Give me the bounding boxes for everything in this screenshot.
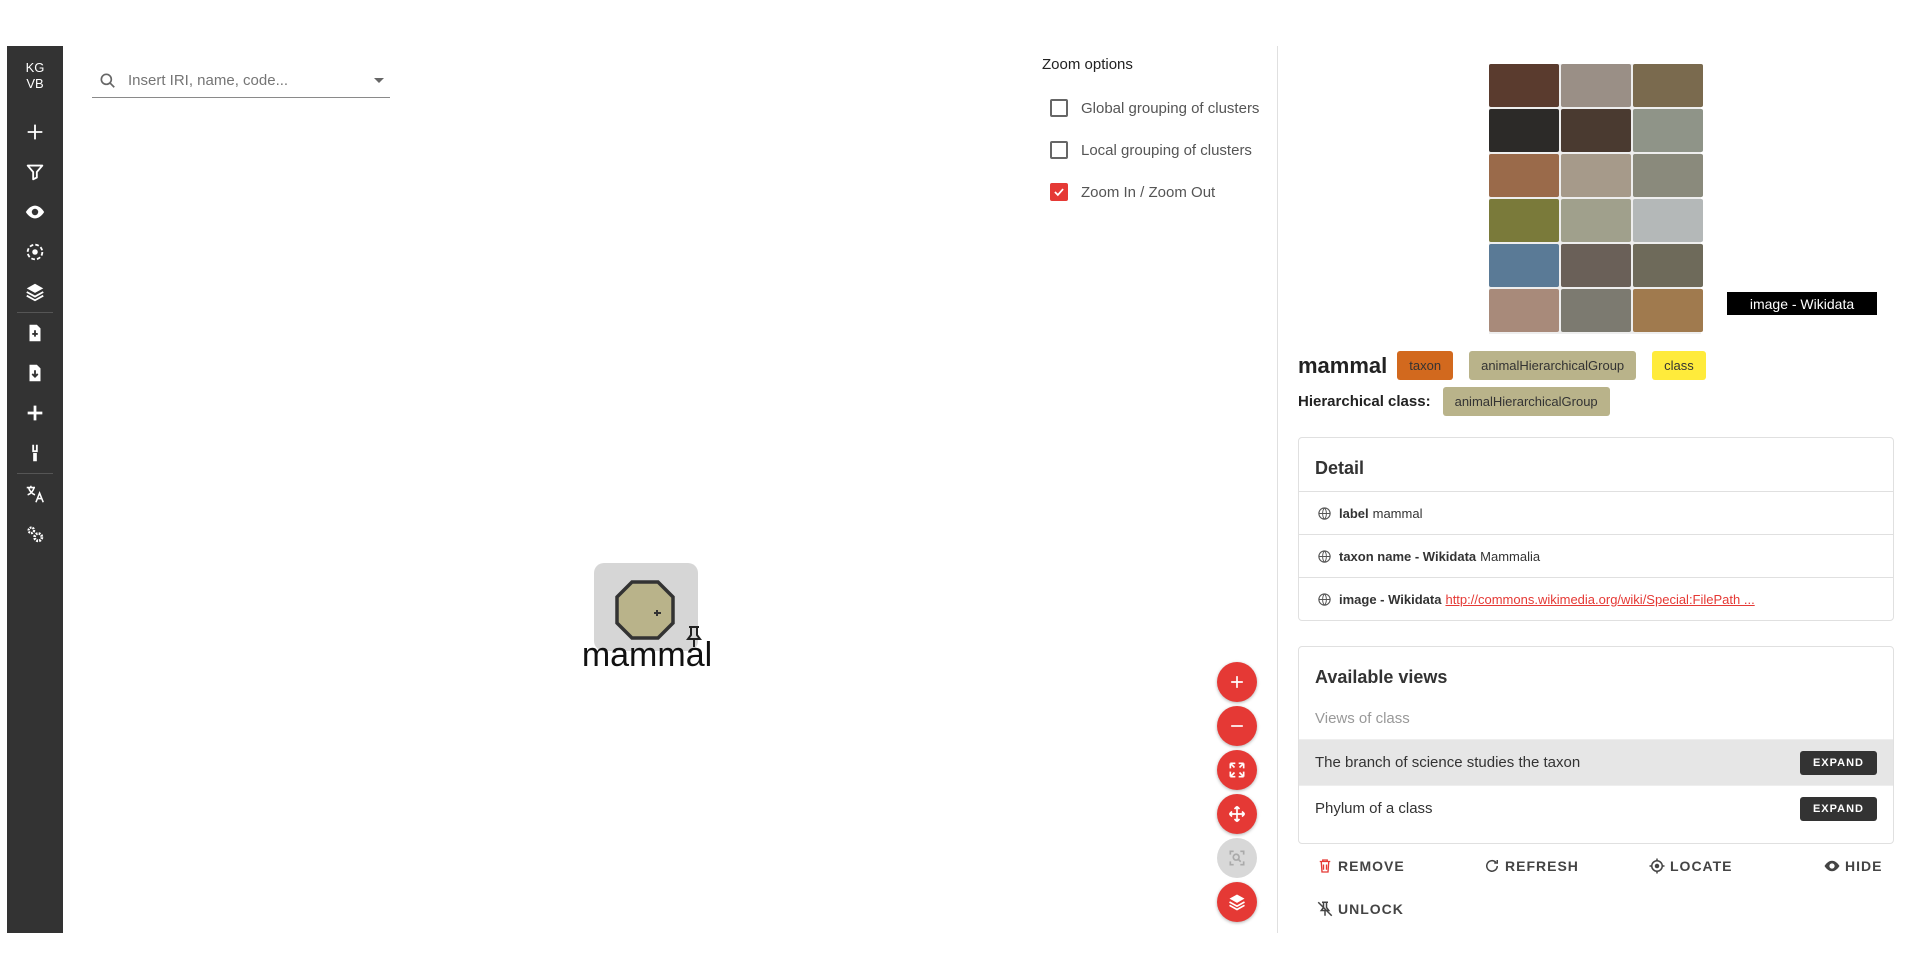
settings-icon[interactable] <box>7 518 63 550</box>
zoom-search-icon <box>1229 850 1245 866</box>
zoom-option-zoom[interactable]: Zoom In / Zoom Out <box>1042 171 1272 213</box>
chip-taxon: taxon <box>1397 351 1454 380</box>
zoom-option-local[interactable]: Local grouping of clusters <box>1042 129 1272 171</box>
trash-icon <box>1319 859 1331 873</box>
zoom-in-button[interactable] <box>1217 662 1257 702</box>
locate-icon <box>1649 858 1665 874</box>
unlock-button[interactable]: UNLOCK <box>1316 900 1404 918</box>
available-views-title: Available views <box>1315 667 1448 687</box>
detail-row-label: label mammal <box>1299 491 1893 534</box>
plus-icon <box>1231 676 1243 688</box>
eye-icon <box>1824 860 1840 872</box>
unpin-icon <box>1317 901 1333 917</box>
image-caption: image - Wikidata <box>1727 292 1877 315</box>
fit-screen-button[interactable] <box>1217 750 1257 790</box>
view-item[interactable]: Phylum of a class EXPAND <box>1299 785 1893 831</box>
graph-node-label: mammal <box>581 636 713 674</box>
zoom-options-title: Zoom options <box>1042 56 1133 73</box>
app-logo: KG VB <box>25 60 45 91</box>
brush-icon[interactable] <box>7 437 63 469</box>
focus-icon[interactable] <box>7 236 63 268</box>
expand-button[interactable]: EXPAND <box>1799 796 1877 821</box>
detail-row-taxon-name: taxon name - Wikidata Mammalia <box>1299 534 1893 577</box>
layers-button[interactable] <box>1217 882 1257 922</box>
chip-hierarchical-class: animalHierarchicalGroup <box>1442 387 1610 416</box>
checkbox-checked[interactable] <box>1050 183 1068 201</box>
export-file-icon[interactable] <box>7 357 63 389</box>
globe-icon <box>1318 549 1331 563</box>
zoom-option-global[interactable]: Global grouping of clusters <box>1042 87 1272 129</box>
detail-row-image: image - Wikidata http://commons.wikimedi… <box>1299 577 1893 620</box>
hierarchical-class-row: Hierarchical class: animalHierarchicalGr… <box>1298 387 1626 416</box>
wikidata-image[interactable] <box>1489 64 1703 334</box>
chip-animal-hierarchical-group: animalHierarchicalGroup <box>1469 351 1637 380</box>
app-window: KG VB Insert IRI, name, code... Zoom opt… <box>7 46 1913 933</box>
expand-button[interactable]: EXPAND <box>1799 750 1877 775</box>
available-views-card: Available views Views of class The branc… <box>1298 646 1894 844</box>
views-subtitle: Views of class <box>1315 710 1410 727</box>
left-toolbar: KG VB <box>7 46 63 933</box>
globe-icon <box>1318 592 1331 606</box>
add-alt-icon[interactable] <box>7 397 63 429</box>
entity-title-row: mammal taxon animalHierarchicalGroup cla… <box>1298 351 1722 380</box>
search-icon <box>100 73 115 88</box>
zoom-options: Zoom options Global grouping of clusters… <box>1042 56 1272 213</box>
chevron-down-icon[interactable] <box>374 78 384 83</box>
hierarchical-class-label: Hierarchical class: <box>1298 393 1431 410</box>
expand-icon <box>1229 762 1245 778</box>
globe-icon <box>1318 506 1331 520</box>
entity-title: mammal <box>1298 352 1388 378</box>
details-panel: image - Wikidata mammal taxon animalHier… <box>1277 46 1913 933</box>
hide-button[interactable]: HIDE <box>1823 857 1882 875</box>
detail-card: Detail label mammal taxon name - Wikidat… <box>1298 437 1894 621</box>
zoom-out-button[interactable] <box>1217 706 1257 746</box>
checkbox[interactable] <box>1050 141 1068 159</box>
refresh-icon <box>1486 859 1498 872</box>
checkbox[interactable] <box>1050 99 1068 117</box>
detail-title: Detail <box>1315 458 1365 478</box>
minus-icon <box>1231 725 1243 727</box>
add-icon[interactable] <box>7 116 63 148</box>
zoom-selection-button[interactable] <box>1217 838 1257 878</box>
translate-icon[interactable] <box>7 478 63 510</box>
octagon-icon <box>615 580 675 640</box>
center-graph-button[interactable] <box>1217 794 1257 834</box>
refresh-button[interactable]: REFRESH <box>1483 857 1579 875</box>
image-link[interactable]: http://commons.wikimedia.org/wiki/Specia… <box>1445 592 1754 607</box>
remove-button[interactable]: REMOVE <box>1316 857 1405 875</box>
layers-icon[interactable] <box>7 276 63 308</box>
filter-icon[interactable] <box>7 156 63 188</box>
search-input[interactable] <box>128 72 358 89</box>
layers-icon <box>1229 894 1245 911</box>
view-item[interactable]: The branch of science studies the taxon … <box>1299 739 1893 785</box>
eye-icon[interactable] <box>7 196 63 228</box>
search-box[interactable] <box>92 64 390 98</box>
move-icon <box>1228 805 1246 823</box>
import-file-icon[interactable] <box>7 317 63 349</box>
locate-button[interactable]: LOCATE <box>1648 857 1733 875</box>
chip-class: class <box>1652 351 1706 380</box>
